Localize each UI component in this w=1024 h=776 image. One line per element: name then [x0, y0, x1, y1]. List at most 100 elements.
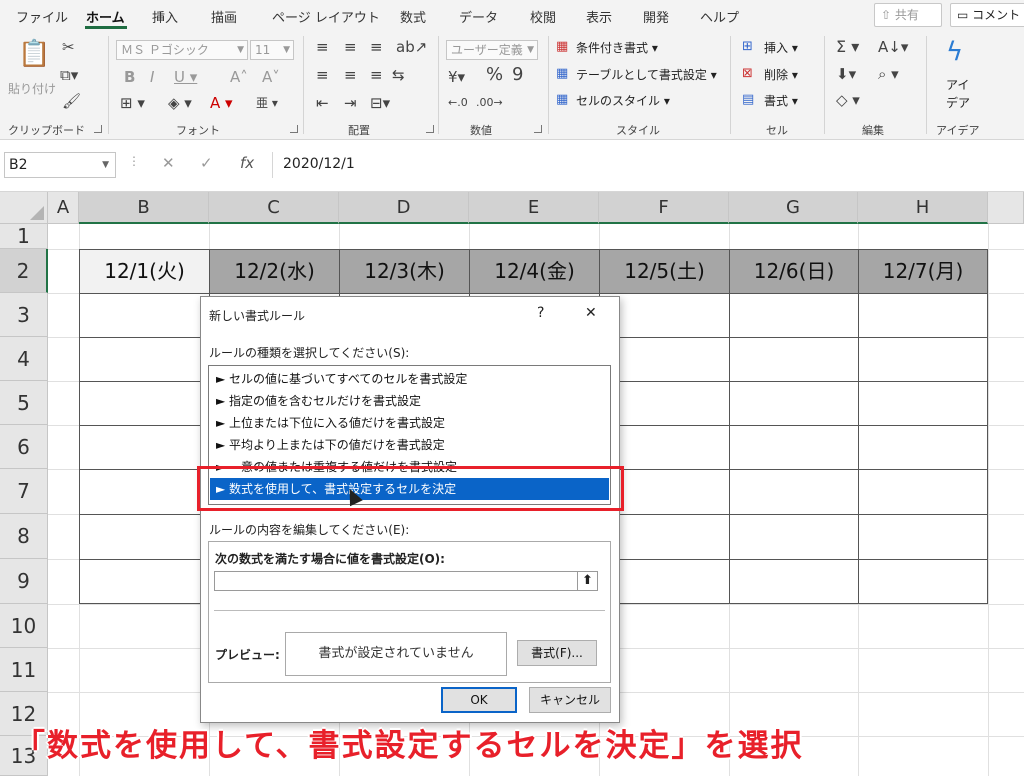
insert-cells-icon[interactable]: ⊞	[742, 38, 753, 56]
font-name-combo[interactable]: ＭＳ Ｐゴシック ▼	[116, 40, 248, 60]
bold-icon[interactable]: B	[124, 68, 135, 86]
align-right-icon[interactable]: ≡	[370, 66, 383, 84]
tab-draw[interactable]: 描画	[211, 7, 237, 26]
increase-decimal-icon[interactable]: ←.0	[448, 94, 468, 112]
rule-type-item[interactable]: ► 指定の値を含むセルだけを書式設定	[210, 390, 609, 412]
column-header-a[interactable]: A	[48, 192, 79, 224]
paste-label[interactable]: 貼り付け	[8, 80, 56, 97]
align-bottom-icon[interactable]: ≡	[370, 38, 383, 56]
row-header-8[interactable]: 8	[0, 514, 48, 559]
ideas-label-line1[interactable]: アイ	[946, 76, 969, 93]
cell-styles-icon[interactable]: ▦	[556, 91, 568, 109]
format-cells-button[interactable]: 書式 ▾	[764, 92, 798, 109]
name-box[interactable]: B2 ▼	[4, 152, 116, 178]
row-header-6[interactable]: 6	[0, 425, 48, 469]
font-size-combo[interactable]: 11 ▼	[250, 40, 294, 60]
column-header-f[interactable]: F	[599, 192, 729, 224]
ok-button[interactable]: OK	[441, 687, 517, 713]
delete-cells-button[interactable]: 削除 ▾	[764, 66, 798, 83]
font-color-icon[interactable]: A ▾	[210, 94, 233, 112]
orientation-icon[interactable]: ab↗	[396, 38, 427, 56]
clear-icon[interactable]: ◇ ▾	[836, 91, 860, 109]
row-header-9[interactable]: 9	[0, 559, 48, 604]
insert-cells-button[interactable]: 挿入 ▾	[764, 39, 798, 56]
alignment-launcher-icon[interactable]	[426, 125, 434, 133]
formula-input[interactable]: 2020/12/1	[272, 152, 1020, 178]
row-header-11[interactable]: 11	[0, 648, 48, 692]
format-as-table-button[interactable]: テーブルとして書式設定 ▾	[576, 66, 717, 83]
conditional-format-icon[interactable]: ▦	[556, 38, 568, 56]
confirm-entry-icon[interactable]: ✓	[200, 154, 213, 172]
cell-styles-button[interactable]: セルのスタイル ▾	[576, 92, 670, 109]
format-as-table-icon[interactable]: ▦	[556, 65, 568, 83]
increase-indent-icon[interactable]: ⇥	[344, 94, 357, 112]
number-format-combo[interactable]: ユーザー定義 ▼	[446, 40, 538, 60]
autosum-icon[interactable]: Σ ▾	[836, 38, 859, 56]
sort-filter-icon[interactable]: A↓▾	[878, 38, 908, 56]
comment-button[interactable]: ▭ コメント	[950, 3, 1024, 27]
column-header-g[interactable]: G	[729, 192, 858, 224]
percent-icon[interactable]: %	[486, 66, 503, 84]
row-header-3[interactable]: 3	[0, 293, 48, 337]
tab-developer[interactable]: 開発	[643, 7, 669, 26]
tab-file[interactable]: ファイル	[16, 7, 68, 26]
column-header-e[interactable]: E	[469, 192, 599, 224]
fill-icon[interactable]: ⬇▾	[836, 65, 856, 83]
tab-view[interactable]: 表示	[586, 7, 612, 26]
row-header-10[interactable]: 10	[0, 604, 48, 648]
align-middle-icon[interactable]: ≡	[344, 38, 357, 56]
find-select-icon[interactable]: ⌕ ▾	[878, 65, 899, 83]
column-header-c[interactable]: C	[209, 192, 339, 224]
cancel-entry-icon[interactable]: ✕	[162, 154, 175, 172]
tab-review[interactable]: 校閲	[530, 7, 556, 26]
select-all-button[interactable]	[0, 192, 48, 224]
number-launcher-icon[interactable]	[534, 125, 542, 133]
decrease-decimal-icon[interactable]: .00→	[476, 94, 503, 112]
wrap-text-icon[interactable]: ⇆	[392, 66, 405, 84]
format-painter-icon[interactable]: 🖌	[62, 92, 81, 110]
tab-insert[interactable]: 挿入	[152, 7, 178, 26]
align-top-icon[interactable]: ≡	[316, 38, 329, 56]
decrease-font-icon[interactable]: A˅	[262, 68, 280, 86]
row-header-4[interactable]: 4	[0, 337, 48, 381]
ideas-lightning-icon[interactable]: ϟ	[946, 38, 963, 66]
row-header-2[interactable]: 2	[0, 249, 48, 293]
italic-icon[interactable]: I	[150, 68, 154, 86]
tab-home[interactable]: ホーム	[86, 7, 125, 26]
cancel-button[interactable]: キャンセル	[529, 687, 611, 713]
tab-help[interactable]: ヘルプ	[700, 7, 739, 26]
rule-type-item[interactable]: ► セルの値に基づいてすべてのセルを書式設定	[210, 368, 609, 390]
comma-icon[interactable]: 9	[512, 66, 523, 84]
column-header-h[interactable]: H	[858, 192, 988, 224]
copy-icon[interactable]: ⧉▾	[60, 66, 78, 84]
phonetic-icon[interactable]: 亜 ▾	[256, 94, 278, 112]
fill-color-icon[interactable]: ◈ ▾	[168, 94, 192, 112]
help-icon[interactable]: ?	[537, 305, 544, 321]
font-launcher-icon[interactable]	[290, 125, 298, 133]
column-header-i[interactable]	[988, 192, 1024, 224]
increase-font-icon[interactable]: A˄	[230, 68, 248, 86]
tab-data[interactable]: データ	[459, 7, 498, 26]
row-header-7[interactable]: 7	[0, 469, 48, 514]
rule-type-item[interactable]: ► 平均より上または下の値だけを書式設定	[210, 434, 609, 456]
align-left-icon[interactable]: ≡	[316, 66, 329, 84]
paste-icon[interactable]: 📋	[18, 40, 50, 68]
clipboard-launcher-icon[interactable]	[94, 125, 102, 133]
conditional-format-button[interactable]: 条件付き書式 ▾	[576, 39, 658, 56]
merge-center-icon[interactable]: ⊟▾	[370, 94, 390, 112]
column-header-d[interactable]: D	[339, 192, 469, 224]
rule-type-item[interactable]: ► 上位または下位に入る値だけを書式設定	[210, 412, 609, 434]
underline-icon[interactable]: U ▾	[174, 68, 197, 86]
column-header-b[interactable]: B	[79, 192, 209, 224]
align-center-icon[interactable]: ≡	[344, 66, 357, 84]
share-button[interactable]: ⇧ 共有	[874, 3, 942, 27]
insert-function-icon[interactable]: fx	[240, 154, 254, 172]
row-header-1[interactable]: 1	[0, 224, 48, 249]
more-options-icon[interactable]: ⋮	[128, 154, 140, 168]
tab-page-layout[interactable]: ページ レイアウト	[272, 7, 380, 26]
decrease-indent-icon[interactable]: ⇤	[316, 94, 329, 112]
format-cells-icon[interactable]: ▤	[742, 91, 754, 109]
format-button[interactable]: 書式(F)...	[517, 640, 597, 666]
collapse-dialog-icon[interactable]: ⬆	[577, 572, 597, 590]
row-header-5[interactable]: 5	[0, 381, 48, 425]
